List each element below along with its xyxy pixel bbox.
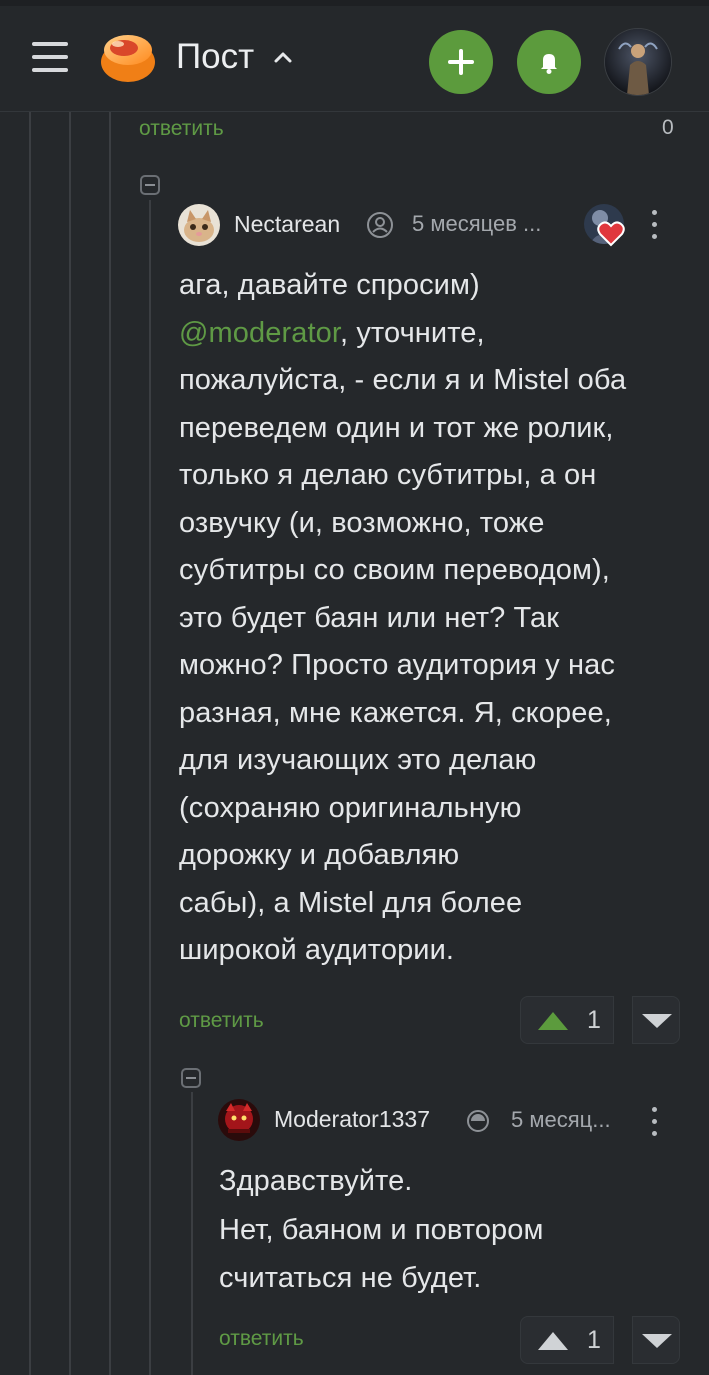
- comment-line: (сохраняю оригинальную: [179, 791, 522, 824]
- comment-line: @moderator, уточните,: [179, 310, 689, 358]
- logo[interactable]: [98, 28, 158, 88]
- comment-line: Нет, баяном и повтором: [219, 1213, 544, 1246]
- top-header: Пост: [0, 6, 709, 112]
- commenter-avatar[interactable]: [178, 204, 220, 246]
- page-title[interactable]: Пост: [176, 36, 254, 78]
- comment-line: можно? Просто аудитория у нас: [179, 649, 615, 681]
- comment-line: озвучку (и, возможно, тоже: [179, 506, 545, 539]
- thread-line: [109, 112, 111, 1375]
- collapse-thread-button[interactable]: [140, 175, 160, 195]
- more-options-icon[interactable]: [649, 1105, 659, 1139]
- downvote-icon: [642, 1014, 672, 1028]
- comment-line: ага, давайте спросим): [179, 269, 480, 301]
- comment-line: широкой аудитории.: [179, 934, 455, 966]
- upvote-button[interactable]: 1: [520, 1316, 614, 1364]
- page: Пост ответить 0 Nectarean 5 месяцев ... …: [0, 0, 709, 1375]
- comment-line: пожалуйста, - если я и Mistel оба: [179, 364, 627, 396]
- comment-author[interactable]: Moderator1337: [274, 1105, 430, 1133]
- thread-line: [29, 112, 31, 1375]
- menu-icon[interactable]: [32, 40, 68, 76]
- downvote-button[interactable]: [632, 996, 680, 1044]
- notifications-button[interactable]: [517, 30, 581, 94]
- thread-line: [191, 1092, 193, 1375]
- collapse-thread-button[interactable]: [181, 1068, 201, 1088]
- comment-line: для изучающих это делаю: [179, 744, 537, 776]
- comment-line: дорожку и добавляю: [179, 839, 460, 871]
- reply-link[interactable]: ответить: [219, 1326, 304, 1352]
- upvote-icon: [538, 1332, 568, 1350]
- comment-line: только я делаю субтитры, а он: [179, 459, 597, 491]
- chevron-up-icon[interactable]: [272, 50, 294, 64]
- add-post-button[interactable]: [429, 30, 493, 94]
- vote-count: 1: [587, 1006, 601, 1034]
- comment-line: сабы), а Mistel для более: [179, 886, 523, 919]
- comment-line: переведем один и тот же ролик,: [179, 411, 614, 444]
- user-badge-icon: [367, 212, 393, 238]
- comment-count: 0: [662, 116, 674, 139]
- downvote-button[interactable]: [632, 1316, 680, 1364]
- reply-link[interactable]: ответить: [139, 116, 224, 142]
- mention-link[interactable]: @moderator: [179, 317, 340, 349]
- upvote-icon: [538, 1012, 568, 1030]
- comment-text: , уточните,: [340, 316, 485, 349]
- moderator-badge-icon: [467, 1110, 489, 1132]
- thread-line: [149, 200, 151, 1375]
- thread-line: [69, 112, 71, 1375]
- comment-line: считаться не будет.: [219, 1262, 482, 1294]
- comment-line: субтитры со своим переводом),: [179, 554, 610, 586]
- user-avatar[interactable]: [605, 29, 671, 95]
- downvote-icon: [642, 1334, 672, 1348]
- more-options-icon[interactable]: [649, 208, 659, 242]
- comment-author[interactable]: Nectarean: [234, 210, 340, 238]
- vote-count: 1: [587, 1326, 601, 1354]
- comment-line: Здравствуйте.: [219, 1165, 413, 1197]
- heart-icon: [597, 221, 625, 247]
- comment-line: это будет баян или нет? Так: [179, 601, 560, 634]
- comment-body: Здравствуйте. Нет, баяном и повтором счи…: [219, 1157, 689, 1303]
- comment-body: ага, давайте спросим) @moderator, уточни…: [179, 262, 689, 975]
- bell-icon: [541, 54, 557, 74]
- comment-timestamp[interactable]: 5 месяцев ...: [412, 210, 541, 238]
- comment-line: разная, мне кажется. Я, скорее,: [179, 696, 612, 729]
- plus-icon: [448, 49, 474, 75]
- reply-link[interactable]: ответить: [179, 1008, 264, 1034]
- commenter-avatar[interactable]: [218, 1099, 260, 1141]
- upvote-button[interactable]: 1: [520, 996, 614, 1044]
- comment-timestamp[interactable]: 5 месяц...: [511, 1106, 611, 1134]
